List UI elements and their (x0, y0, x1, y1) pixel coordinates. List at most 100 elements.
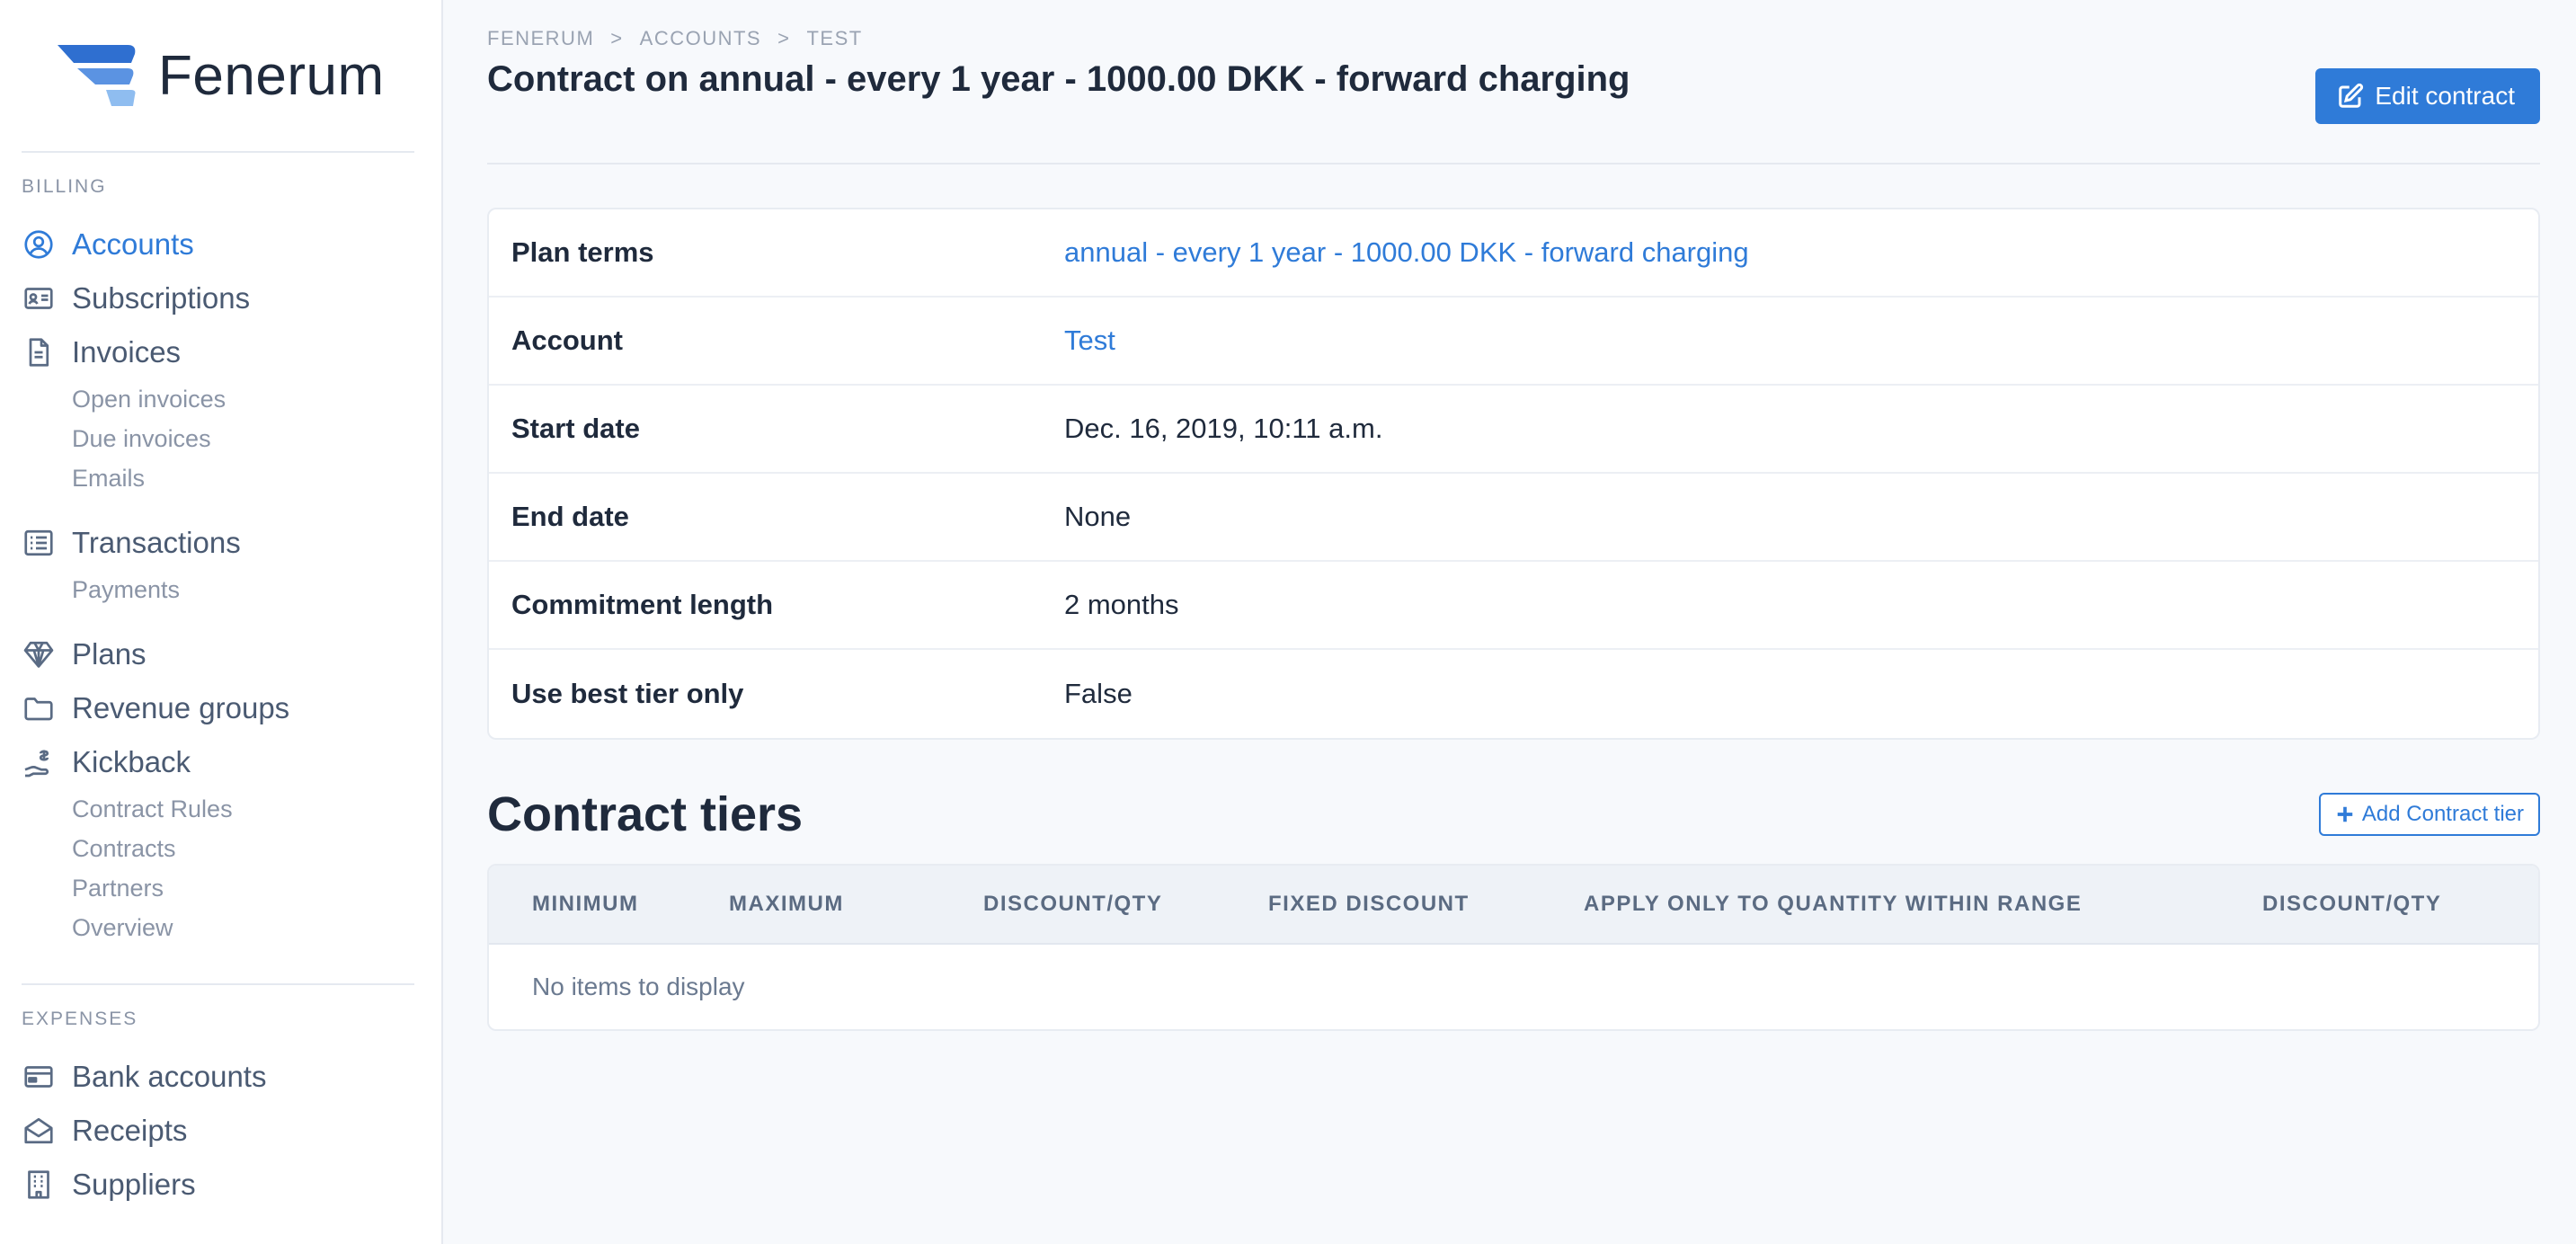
detail-key: Start date (511, 413, 640, 444)
fenerum-wing-icon (58, 45, 136, 106)
column-header-fixed-discount[interactable]: FIXED DISCOUNT (1268, 892, 1584, 917)
column-header-maximum[interactable]: MAXIMUM (729, 892, 983, 917)
empty-state: No items to display (532, 973, 745, 1000)
plus-icon (2337, 806, 2353, 822)
column-header-apply-only-to-quantity-within-range[interactable]: APPLY ONLY TO QUANTITY WITHIN RANGE (1584, 892, 2262, 917)
sidebar-item-label: Subscriptions (72, 281, 251, 315)
folder-icon (24, 698, 53, 721)
nav-icon-wrap (22, 1168, 56, 1202)
billing-section-label: BILLING (22, 176, 107, 197)
sidebar-item-label: Bank accounts (72, 1060, 267, 1093)
credit-card-icon (24, 1066, 53, 1088)
breadcrumb-test[interactable]: TEST (806, 27, 862, 50)
sidebar-item-label: Receipts (72, 1114, 188, 1147)
page-title: Contract on annual - every 1 year - 1000… (487, 59, 1630, 99)
sidebar-item-label: Plans (72, 637, 147, 671)
diamond-icon (23, 641, 54, 668)
nav-icon-wrap (22, 227, 56, 262)
nav-icon-wrap (22, 335, 56, 369)
document-icon (29, 338, 49, 367)
main-content: FENERUM > ACCOUNTS > TEST Contract on an… (443, 0, 2576, 1244)
detail-row-end-date: End date None (489, 474, 2538, 562)
edit-contract-button[interactable]: Edit contract (2315, 68, 2540, 124)
detail-value: 2 months (1064, 589, 1179, 620)
app-root: Fenerum BILLING Accounts Subscriptions Inv… (0, 0, 2576, 1244)
contract-details-card: Plan terms annual - every 1 year - 1000.0… (487, 208, 2540, 740)
column-header-discount-qty[interactable]: DISCOUNT/QTY (983, 892, 1268, 917)
envelope-open-icon (24, 1117, 53, 1144)
sidebar-subitems: Contract Rules Contracts Partners Overview (22, 789, 414, 947)
nav-icon-wrap (22, 691, 56, 725)
breadcrumb-fenerum[interactable]: FENERUM (487, 27, 594, 50)
sidebar-subitem-due-invoices[interactable]: Due invoices (22, 419, 414, 458)
column-header-minimum[interactable]: MINIMUM (532, 892, 729, 917)
sidebar: Fenerum BILLING Accounts Subscriptions Inv… (0, 0, 443, 1244)
sidebar-subitem-payments[interactable]: Payments (22, 570, 414, 609)
sidebar-subitem-contract-rules[interactable]: Contract Rules (22, 789, 414, 829)
building-icon (28, 1170, 49, 1199)
nav-icon-wrap (22, 1060, 56, 1094)
detail-row-use-best-tier-only: Use best tier only False (489, 650, 2538, 738)
sidebar-subitems: Open invoices Due invoices Emails (22, 379, 414, 498)
sidebar-subitem-partners[interactable]: Partners (22, 868, 414, 908)
detail-row-commitment-length: Commitment length 2 months (489, 562, 2538, 650)
sidebar-subitem-contracts[interactable]: Contracts (22, 829, 414, 868)
detail-row-account: Account Test (489, 298, 2538, 386)
contract-tiers-title: Contract tiers (487, 787, 804, 841)
breadcrumb-separator: > (777, 27, 791, 49)
add-contract-tier-label: Add Contract tier (2361, 802, 2524, 826)
sidebar-item-label: Revenue groups (72, 691, 290, 724)
detail-value: Dec. 16, 2019, 10:11 a.m. (1064, 413, 1383, 444)
detail-row-start-date: Start date Dec. 16, 2019, 10:11 a.m. (489, 386, 2538, 474)
sidebar-subitems: Payments (22, 570, 414, 609)
sidebar-subitem-overview[interactable]: Overview (22, 908, 414, 947)
sidebar-item-revenue-groups[interactable]: Revenue groups (22, 681, 414, 735)
brand-logo[interactable]: Fenerum (22, 0, 414, 153)
nav-icon-wrap (22, 281, 56, 315)
sidebar-item-bank-accounts[interactable]: Bank accounts (22, 1050, 414, 1104)
column-header-discount-qty[interactable]: DISCOUNT/QTY (2262, 892, 2440, 917)
nav-icon-wrap (22, 1114, 56, 1148)
brand-name: Fenerum (158, 44, 385, 107)
detail-key: End date (511, 501, 629, 532)
sidebar-item-plans[interactable]: Plans (22, 627, 414, 681)
sidebar-item-kickback[interactable]: Kickback (22, 735, 414, 789)
detail-key: Commitment length (511, 589, 774, 620)
detail-value-link[interactable]: annual - every 1 year - 1000.00 DKK - fo… (1064, 236, 1749, 269)
breadcrumb-accounts[interactable]: ACCOUNTS (640, 27, 761, 50)
sidebar-item-subscriptions[interactable]: Subscriptions (22, 271, 414, 325)
sidebar-item-label: Suppliers (72, 1168, 196, 1201)
user-circle-icon (24, 230, 53, 259)
sidebar-subitem-emails[interactable]: Emails (22, 458, 414, 498)
sidebar-item-label: Transactions (72, 526, 241, 559)
detail-key: Use best tier only (511, 678, 744, 709)
breadcrumb: FENERUM > ACCOUNTS > TEST (487, 27, 2540, 50)
detail-value-link[interactable]: Test (1064, 324, 1115, 357)
expenses-nav: Bank accounts Receipts Suppliers (22, 1050, 414, 1212)
sidebar-item-suppliers[interactable]: Suppliers (22, 1158, 414, 1212)
sidebar-subitem-open-invoices[interactable]: Open invoices (22, 379, 414, 419)
breadcrumb-separator: > (610, 27, 624, 49)
sidebar-item-receipts[interactable]: Receipts (22, 1104, 414, 1158)
sidebar-item-transactions[interactable]: Transactions (22, 516, 414, 570)
billing-nav: Accounts Subscriptions Invoices Open invoic… (22, 218, 414, 947)
contract-tiers-table: MINIMUM MAXIMUM DISCOUNT/QTY FIXED DISCOUNT… (487, 864, 2540, 1031)
nav-icon-wrap (22, 637, 56, 671)
detail-row-plan-terms: Plan terms annual - every 1 year - 1000.0… (489, 209, 2538, 298)
hand-coin-icon (24, 750, 49, 778)
add-contract-tier-button[interactable]: Add Contract tier (2318, 793, 2540, 836)
list-icon (24, 529, 53, 556)
edit-contract-label: Edit contract (2375, 82, 2515, 110)
sidebar-item-invoices[interactable]: Invoices (22, 325, 414, 379)
nav-icon-wrap (22, 745, 56, 779)
nav-icon-wrap (22, 526, 56, 560)
detail-key: Plan terms (511, 236, 654, 268)
sidebar-item-label: Invoices (72, 335, 182, 369)
detail-key: Account (511, 324, 623, 356)
header-divider (487, 163, 2540, 164)
edit-icon (2339, 83, 2364, 108)
sidebar-item-accounts[interactable]: Accounts (22, 218, 414, 271)
detail-value: False (1064, 678, 1133, 709)
contract-tiers-header: Contract tiers Add Contract tier (487, 786, 2540, 842)
sidebar-divider (22, 983, 414, 985)
